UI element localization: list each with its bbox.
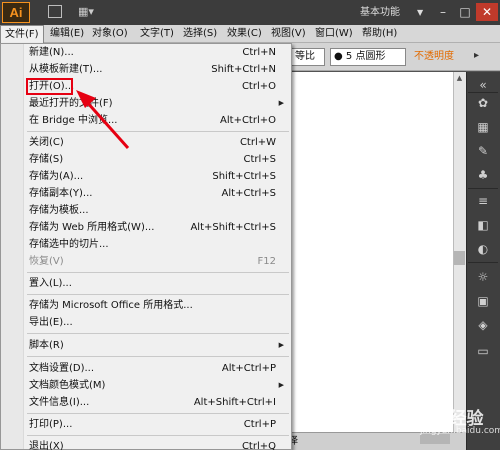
menu-item-browse-in-bridge[interactable]: 在 Bridge 中浏览... Alt+Ctrl+O [0,112,290,129]
stroke-icon[interactable]: ≡ [474,194,492,208]
menu-item-new-from-template[interactable]: 从模板新建(T)... Shift+Ctrl+N [0,61,290,78]
maximize-icon[interactable]: □ [454,3,476,21]
menu-item-print[interactable]: 打印(P)... Ctrl+P [0,416,290,433]
opacity-link[interactable]: 不透明度 [414,48,454,66]
scroll-up-icon[interactable]: ▲ [454,74,465,84]
menu-item-save-as[interactable]: 存储为(A)... Shift+Ctrl+S [0,168,290,185]
panel-divider [468,188,498,189]
menu-separator [27,333,289,334]
stroke-profile-select[interactable]: 等比 [291,48,325,66]
panel-divider [468,92,498,93]
menu-item-save-for-web[interactable]: 存储为 Web 所用格式(W)... Alt+Shift+Ctrl+S [0,219,290,236]
symbols-icon[interactable]: ♣ [474,168,492,182]
menu-window[interactable]: 窗口(W) [311,25,357,43]
appearance-icon[interactable]: ☼ [474,270,492,284]
menu-item-revert: 恢复(V) F12 [29,256,276,267]
title-bar: Ai ▦▾ 基本功能 ▼ – □ ✕ [0,0,500,25]
menu-help[interactable]: 帮助(H) [358,25,401,43]
menu-separator [27,131,289,132]
menu-item-save-as-template[interactable]: 存储为模板... [0,202,290,219]
submenu-arrow-icon: ▶ [278,341,284,349]
menu-item-exit[interactable]: 退出(X) Ctrl+Q [0,438,290,450]
artboards-icon[interactable]: ▭ [474,344,492,358]
menu-item-open-recent[interactable]: 最近打开的文件(F) ▶ [0,95,290,112]
close-icon[interactable]: ✕ [476,3,498,21]
menu-item-place[interactable]: 置入(L)... [0,275,290,292]
menu-item-save-copy[interactable]: 存储副本(Y)... Alt+Ctrl+S [0,185,290,202]
workspace-switcher[interactable]: 基本功能 [332,0,400,25]
color-palette-icon[interactable]: ✿ [474,96,492,110]
menu-type[interactable]: 文字(T) [136,25,178,43]
transparency-icon[interactable]: ◐ [474,242,492,256]
bridge-icon[interactable] [48,5,62,18]
menu-item-export[interactable]: 导出(E)... [0,314,290,331]
menu-select[interactable]: 选择(S) [179,25,221,43]
brush-definition-select[interactable]: ● 5 点圆形 [330,48,406,66]
artboard[interactable] [286,72,453,432]
menu-separator [27,294,289,295]
menu-edit[interactable]: 编辑(E) [46,25,88,43]
menu-item-new[interactable]: 新建(N)... Ctrl+N [0,44,290,61]
layers-icon[interactable]: ◈ [474,318,492,332]
menu-separator [27,272,289,273]
swatches-icon[interactable]: ▦ [474,120,492,134]
submenu-arrow-icon: ▶ [278,381,284,389]
menu-view[interactable]: 视图(V) [267,25,310,43]
menu-item-file-info[interactable]: 文件信息(I)... Alt+Shift+Ctrl+I [0,394,290,411]
window-controls: – □ ✕ [428,0,500,25]
graphic-styles-icon[interactable]: ▣ [474,294,492,308]
menu-object[interactable]: 对象(O) [88,25,132,43]
watermark-url: jingyan.baidu.com [420,426,500,436]
menu-item-document-setup[interactable]: 文档设置(D)... Alt+Ctrl+P [0,360,290,377]
more-options-icon[interactable]: ▸ [474,50,479,61]
menu-file[interactable]: 文件(F) [0,25,44,43]
chevron-down-icon[interactable]: ▼ [417,0,423,25]
panel-divider [468,262,498,263]
minimize-icon[interactable]: – [432,3,454,21]
menu-item-save-for-office[interactable]: 存储为 Microsoft Office 所用格式... [0,297,290,314]
menu-effect[interactable]: 效果(C) [223,25,266,43]
menu-separator [27,413,289,414]
menu-separator [27,356,289,357]
menu-item-save[interactable]: 存储(S) Ctrl+S [0,151,290,168]
menu-item-document-color-mode[interactable]: 文档颜色模式(M) ▶ [0,377,290,394]
app-logo: Ai [2,2,30,23]
submenu-arrow-icon: ▶ [278,99,284,107]
menu-item-scripts[interactable]: 脚本(R) ▶ [0,337,290,354]
menu-bar: 文件(F) 编辑(E) 对象(O) 文字(T) 选择(S) 效果(C) 视图(V… [0,25,500,43]
menu-separator [27,435,289,436]
collapse-panel-icon[interactable]: « [474,78,492,92]
gradient-icon[interactable]: ◧ [474,218,492,232]
menu-item-save-selected-slices[interactable]: 存储选中的切片... [0,236,290,253]
arrange-documents-icon[interactable]: ▦▾ [78,5,94,18]
open-item-highlight [26,78,73,95]
menu-item-close[interactable]: 关闭(C) Ctrl+W [0,134,290,151]
scrollbar-thumb[interactable] [454,251,465,265]
brushes-icon[interactable]: ✎ [474,144,492,158]
